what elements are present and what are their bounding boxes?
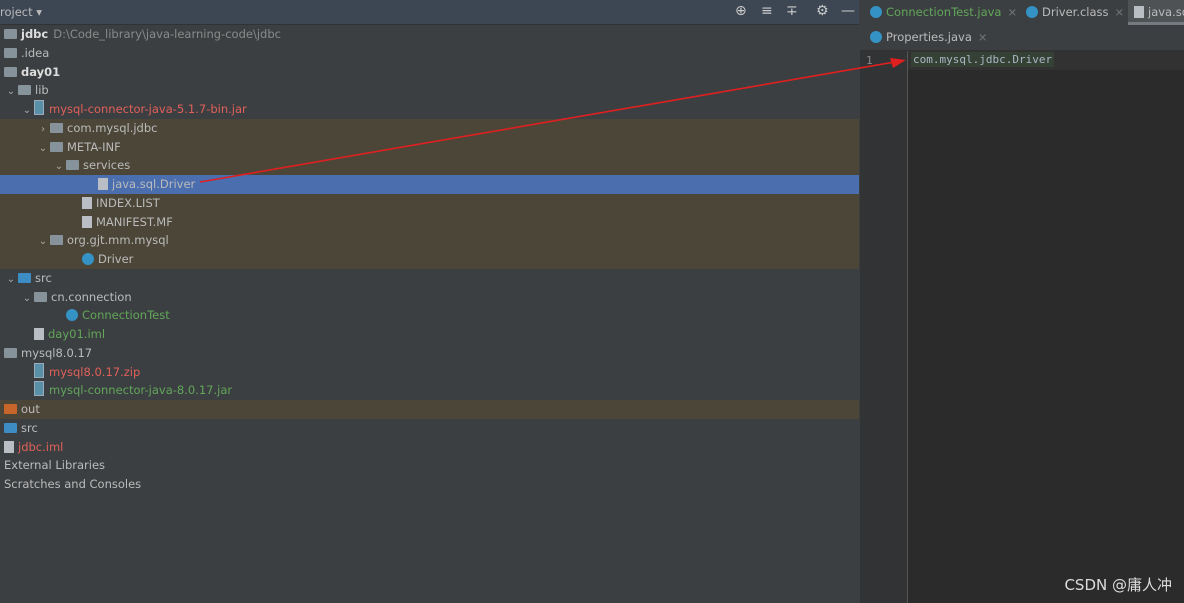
watermark: CSDN @庸人冲 <box>1064 576 1172 594</box>
annotation-arrow <box>199 58 906 183</box>
